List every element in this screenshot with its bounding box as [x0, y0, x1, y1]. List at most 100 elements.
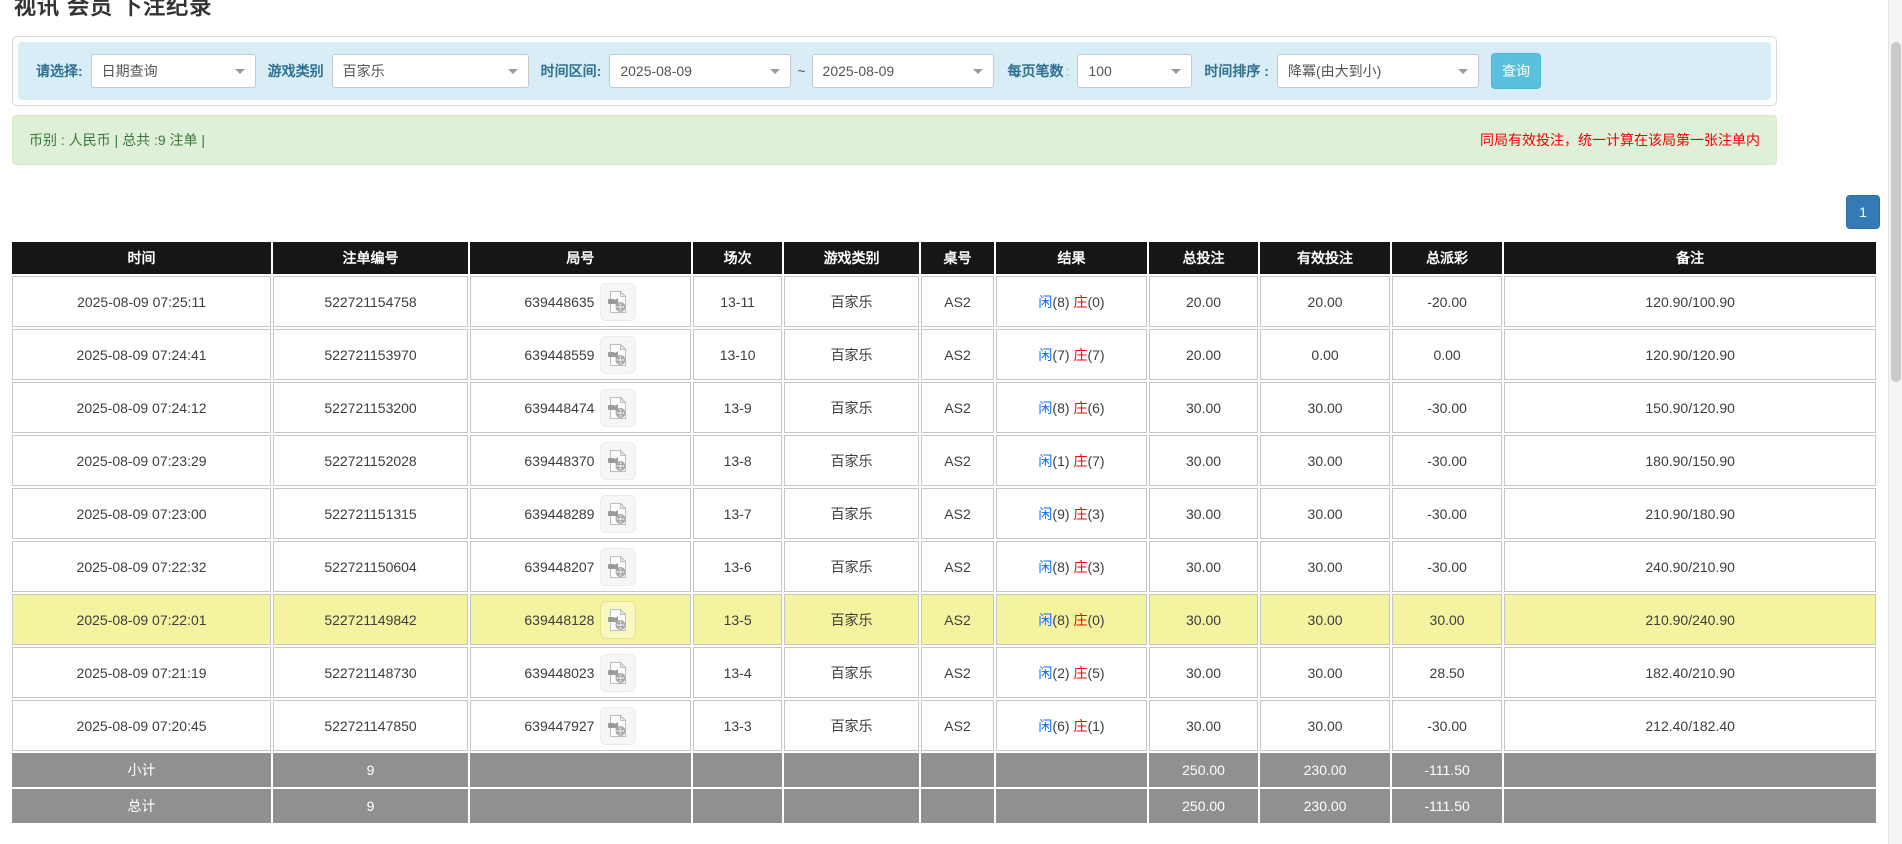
cell-time: 2025-08-09 07:22:32 — [12, 541, 271, 592]
video-replay-button[interactable] — [600, 548, 636, 586]
query-type-label: 请选择: — [36, 61, 83, 81]
result-player: 闲 — [1038, 612, 1052, 628]
cell-round-id: 639448207 — [470, 541, 691, 592]
video-replay-button[interactable] — [600, 283, 636, 321]
cell-valid-bet: 30.00 — [1260, 541, 1390, 592]
table-row: 2025-08-09 07:24:12522721153200639448474… — [12, 382, 1876, 433]
cell-total-bet[interactable]: 30.00 — [1149, 435, 1258, 486]
page-button-1[interactable]: 1 — [1846, 195, 1880, 229]
cell-session: 13-7 — [693, 488, 782, 539]
search-button[interactable]: 查询 — [1491, 53, 1541, 89]
cell-time: 2025-08-09 07:25:11 — [12, 276, 271, 327]
cell-total-bet[interactable]: 30.00 — [1149, 594, 1258, 645]
cell-session: 13-10 — [693, 329, 782, 380]
subtotal-row-empty — [693, 753, 782, 787]
cell-session: 13-5 — [693, 594, 782, 645]
video-replay-icon — [607, 555, 629, 579]
cell-time: 2025-08-09 07:24:12 — [12, 382, 271, 433]
subtotal-row-empty — [470, 753, 691, 787]
cell-total-bet[interactable]: 30.00 — [1149, 541, 1258, 592]
cell-total-bet[interactable]: 20.00 — [1149, 329, 1258, 380]
cell-bet-id: 522721148730 — [273, 647, 468, 698]
round-number: 639448635 — [524, 294, 594, 310]
column-header: 总派彩 — [1392, 242, 1502, 274]
video-replay-button[interactable] — [600, 495, 636, 533]
cell-session: 13-11 — [693, 276, 782, 327]
query-type-value: 日期查询 — [102, 61, 158, 81]
chevron-down-icon — [1458, 69, 1468, 74]
total-row-empty — [784, 789, 919, 823]
total-row-empty — [693, 789, 782, 823]
cell-remark: 120.90/120.90 — [1504, 329, 1876, 380]
cell-round-id: 639448635 — [470, 276, 691, 327]
column-header: 桌号 — [921, 242, 994, 274]
cell-payout: -20.00 — [1392, 276, 1502, 327]
subtotal-row-payout: -111.50 — [1392, 753, 1502, 787]
cell-total-bet[interactable]: 20.00 — [1149, 276, 1258, 327]
page-size-value: 100 — [1088, 63, 1111, 79]
video-replay-button[interactable] — [600, 601, 636, 639]
game-category-select[interactable]: 百家乐 — [332, 54, 529, 88]
cell-round-id: 639448474 — [470, 382, 691, 433]
cell-table-number: AS2 — [921, 594, 994, 645]
filter-panel: 请选择: 日期查询 游戏类别 百家乐 时间区间: 2025-08-09 ~ 20… — [12, 36, 1777, 106]
page-size-label: 每页笔数: — [1008, 61, 1070, 81]
result-player: 闲 — [1038, 718, 1052, 734]
result-banker: 庄 — [1073, 559, 1087, 575]
vertical-scrollbar[interactable] — [1888, 0, 1902, 844]
total-row: 总计9250.00230.00-111.50 — [12, 789, 1876, 823]
table-row: 2025-08-09 07:22:32522721150604639448207… — [12, 541, 1876, 592]
cell-round-id: 639448023 — [470, 647, 691, 698]
table-row: 2025-08-09 07:23:29522721152028639448370… — [12, 435, 1876, 486]
video-replay-button[interactable] — [600, 389, 636, 427]
scrollbar-thumb[interactable] — [1891, 42, 1901, 382]
cell-table-number: AS2 — [921, 488, 994, 539]
result-player: 闲 — [1038, 347, 1052, 363]
sort-order-select[interactable]: 降冪(由大到小) — [1277, 54, 1479, 88]
result-player: 闲 — [1038, 453, 1052, 469]
game-category-label: 游戏类别 — [268, 61, 324, 81]
cell-bet-id: 522721152028 — [273, 435, 468, 486]
video-replay-icon — [607, 502, 629, 526]
column-header: 游戏类别 — [784, 242, 919, 274]
date-from-select[interactable]: 2025-08-09 — [609, 54, 791, 88]
round-number: 639448023 — [524, 665, 594, 681]
cell-total-bet[interactable]: 30.00 — [1149, 488, 1258, 539]
result-player: 闲 — [1038, 559, 1052, 575]
video-replay-button[interactable] — [600, 707, 636, 745]
cell-game-category: 百家乐 — [784, 329, 919, 380]
page: 视讯 会员 下注纪录 请选择: 日期查询 游戏类别 百家乐 时间区间: 2025… — [0, 0, 1902, 844]
filter-bar: 请选择: 日期查询 游戏类别 百家乐 时间区间: 2025-08-09 ~ 20… — [18, 42, 1771, 100]
cell-session: 13-9 — [693, 382, 782, 433]
chevron-down-icon — [770, 69, 780, 74]
cell-bet-id: 522721153200 — [273, 382, 468, 433]
video-replay-button[interactable] — [600, 442, 636, 480]
cell-payout: 28.50 — [1392, 647, 1502, 698]
subtotal-row-count: 9 — [273, 753, 468, 787]
total-row-payout: -111.50 — [1392, 789, 1502, 823]
cell-valid-bet: 30.00 — [1260, 435, 1390, 486]
cell-remark: 182.40/210.90 — [1504, 647, 1876, 698]
video-replay-button[interactable] — [600, 654, 636, 692]
cell-total-bet[interactable]: 30.00 — [1149, 382, 1258, 433]
video-replay-button[interactable] — [600, 336, 636, 374]
result-player: 闲 — [1038, 665, 1052, 681]
total-row-empty — [470, 789, 691, 823]
page-size-select[interactable]: 100 — [1077, 54, 1192, 88]
date-to-select[interactable]: 2025-08-09 — [812, 54, 994, 88]
cell-table-number: AS2 — [921, 276, 994, 327]
cell-payout: -30.00 — [1392, 382, 1502, 433]
chevron-down-icon — [1171, 69, 1181, 74]
page-title: 视讯 会员 下注纪录 — [14, 0, 212, 21]
cell-bet-id: 522721150604 — [273, 541, 468, 592]
cell-game-category: 百家乐 — [784, 700, 919, 751]
cell-time: 2025-08-09 07:24:41 — [12, 329, 271, 380]
subtotal-row-label: 小计 — [12, 753, 271, 787]
cell-total-bet[interactable]: 30.00 — [1149, 647, 1258, 698]
query-type-select[interactable]: 日期查询 — [91, 54, 256, 88]
table-row: 2025-08-09 07:20:45522721147850639447927… — [12, 700, 1876, 751]
table-row: 2025-08-09 07:21:19522721148730639448023… — [12, 647, 1876, 698]
cell-payout: 30.00 — [1392, 594, 1502, 645]
result-banker: 庄 — [1073, 347, 1087, 363]
cell-total-bet[interactable]: 30.00 — [1149, 700, 1258, 751]
